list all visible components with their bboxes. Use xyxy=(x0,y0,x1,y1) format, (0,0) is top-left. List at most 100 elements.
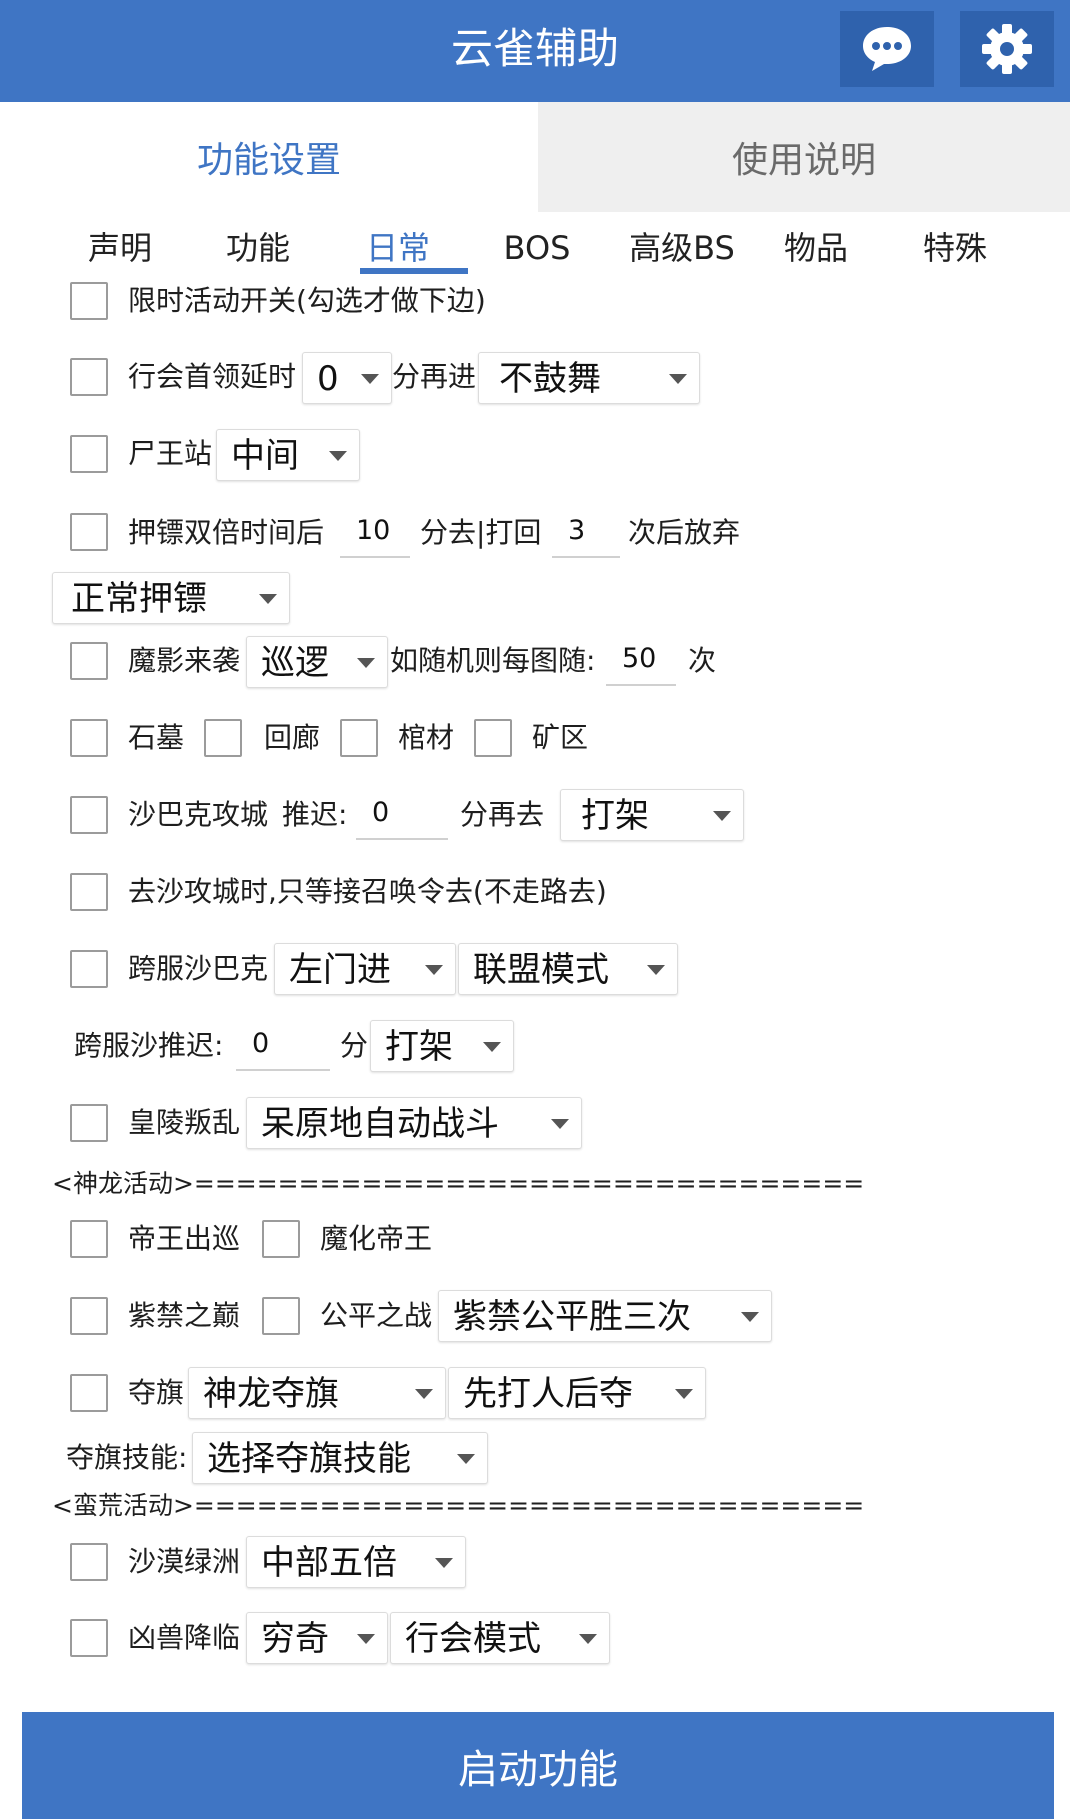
subtab-special[interactable]: 特殊 xyxy=(895,220,1015,276)
sabac-siege-mode-select[interactable]: 打架 xyxy=(560,789,744,841)
beast-arrival-checkbox[interactable] xyxy=(70,1619,108,1657)
beast-mode-select[interactable]: 行会模式 xyxy=(390,1612,610,1664)
guild-leader-delay-value: 0 xyxy=(317,359,339,399)
shadow-raid-mid-label: 如随机则每图随: xyxy=(390,644,596,677)
emperor-tour-checkbox[interactable] xyxy=(70,1220,108,1258)
beast-mode-value: 行会模式 xyxy=(405,1619,541,1659)
chevron-down-icon xyxy=(329,451,347,461)
cross-sabac-checkbox[interactable] xyxy=(70,950,108,988)
forbidden-mode-value: 紫禁公平胜三次 xyxy=(453,1297,691,1337)
subtab-items[interactable]: 物品 xyxy=(756,220,876,276)
cross-sabac-label: 跨服沙巴克 xyxy=(128,952,269,985)
forbidden-mode-select[interactable]: 紫禁公平胜三次 xyxy=(438,1290,772,1342)
shadow-raid-tail-label: 次 xyxy=(688,644,717,677)
tomb-revolt-checkbox[interactable] xyxy=(70,1104,108,1142)
cross-sabac-mode-select[interactable]: 联盟模式 xyxy=(458,943,678,995)
sabac-summon-label: 去沙攻城时,只等接召唤令去(不走路去) xyxy=(128,875,607,908)
area-corridor-label: 回廊 xyxy=(264,721,321,754)
flag-skill-select[interactable]: 选择夺旗技能 xyxy=(192,1432,488,1484)
flag-strategy-value: 先打人后夺 xyxy=(463,1374,633,1414)
cross-sabac-gate-select[interactable]: 左门进 xyxy=(274,943,456,995)
sabac-siege-delay-label: 推迟: xyxy=(282,798,348,831)
cross-delay-mode-value: 打架 xyxy=(385,1027,453,1067)
shadow-raid-label: 魔影来袭 xyxy=(128,644,241,677)
escort-label: 押镖双倍时间后 xyxy=(128,516,325,549)
area-coffin-checkbox[interactable] xyxy=(340,719,378,757)
shadow-raid-mode-select[interactable]: 巡逻 xyxy=(246,636,388,688)
cross-delay-label: 跨服沙推迟: xyxy=(74,1029,224,1062)
sabac-siege-delay-input[interactable]: 0 xyxy=(356,790,448,840)
chevron-down-icon xyxy=(647,965,665,975)
chat-bubble-icon xyxy=(863,27,911,71)
cross-sabac-mode-value: 联盟模式 xyxy=(473,950,609,990)
cross-sabac-gate-value: 左门进 xyxy=(289,950,391,990)
chat-button[interactable] xyxy=(840,11,934,87)
desert-oasis-mode-select[interactable]: 中部五倍 xyxy=(246,1536,466,1588)
shadow-raid-count-input[interactable]: 50 xyxy=(606,636,676,686)
flag-skill-label: 夺旗技能: xyxy=(66,1441,188,1474)
chevron-down-icon xyxy=(357,658,375,668)
cross-delay-unit: 分 xyxy=(340,1029,369,1062)
escort-tail-label: 次后放弃 xyxy=(628,516,741,549)
desert-oasis-checkbox[interactable] xyxy=(70,1543,108,1581)
beast-arrival-label: 凶兽降临 xyxy=(128,1621,241,1654)
fair-battle-label: 公平之战 xyxy=(320,1299,433,1332)
beast-boss-select[interactable]: 穷奇 xyxy=(246,1612,388,1664)
area-stone-tomb-checkbox[interactable] xyxy=(70,719,108,757)
area-mine-checkbox[interactable] xyxy=(474,719,512,757)
area-coffin-label: 棺材 xyxy=(398,721,455,754)
chevron-down-icon xyxy=(675,1389,693,1399)
dragon-activity-separator: <神龙活动>================================ xyxy=(52,1169,865,1198)
start-function-button[interactable]: 启动功能 xyxy=(22,1712,1054,1819)
shadow-raid-checkbox[interactable] xyxy=(70,642,108,680)
chevron-down-icon xyxy=(435,1558,453,1568)
cross-delay-input[interactable]: 0 xyxy=(236,1021,330,1071)
tomb-revolt-mode-select[interactable]: 呆原地自动战斗 xyxy=(246,1097,582,1149)
corpse-king-label: 尸王站 xyxy=(128,437,213,470)
subtab-advanced-bs[interactable]: 高级BS xyxy=(617,220,747,276)
flag-strategy-select[interactable]: 先打人后夺 xyxy=(448,1367,706,1419)
settings-button[interactable] xyxy=(960,11,1054,87)
flag-mode-value: 神龙夺旗 xyxy=(203,1374,339,1414)
cross-delay-mode-select[interactable]: 打架 xyxy=(370,1020,514,1072)
gear-icon xyxy=(982,24,1032,74)
beast-boss-value: 穷奇 xyxy=(261,1619,329,1659)
chevron-down-icon xyxy=(551,1119,569,1129)
area-stone-tomb-label: 石墓 xyxy=(128,721,185,754)
sabac-summon-checkbox[interactable] xyxy=(70,873,108,911)
escort-mode-select[interactable]: 正常押镖 xyxy=(52,572,290,624)
flag-capture-checkbox[interactable] xyxy=(70,1374,108,1412)
escort-checkbox[interactable] xyxy=(70,513,108,551)
sabac-siege-checkbox[interactable] xyxy=(70,796,108,834)
flag-mode-select[interactable]: 神龙夺旗 xyxy=(188,1367,446,1419)
desert-oasis-label: 沙漠绿洲 xyxy=(128,1545,241,1578)
app-header: 云雀辅助 xyxy=(0,0,1070,102)
tab-instructions[interactable]: 使用说明 xyxy=(538,102,1070,212)
guild-leader-checkbox[interactable] xyxy=(70,358,108,396)
limited-activity-checkbox[interactable] xyxy=(70,282,108,320)
subtab-statement[interactable]: 声明 xyxy=(60,220,180,276)
sabac-siege-label: 沙巴克攻城 xyxy=(128,798,269,831)
guild-leader-mode-value: 不鼓舞 xyxy=(499,359,601,399)
escort-times-input[interactable]: 3 xyxy=(552,508,620,558)
corpse-king-position-select[interactable]: 中间 xyxy=(216,429,360,481)
demon-emperor-checkbox[interactable] xyxy=(262,1220,300,1258)
area-mine-label: 矿区 xyxy=(532,721,589,754)
sabac-siege-mid-label: 分再去 xyxy=(460,798,545,831)
subtab-functions[interactable]: 功能 xyxy=(198,220,318,276)
chevron-down-icon xyxy=(741,1312,759,1322)
chevron-down-icon xyxy=(357,1634,375,1644)
escort-mode-value: 正常押镖 xyxy=(71,579,207,619)
tomb-revolt-mode-value: 呆原地自动战斗 xyxy=(261,1104,499,1144)
guild-leader-label: 行会首领延时 xyxy=(128,360,297,393)
subtab-bos[interactable]: BOS xyxy=(477,220,597,276)
guild-leader-mode-select[interactable]: 不鼓舞 xyxy=(478,352,700,404)
escort-minutes-input[interactable]: 10 xyxy=(340,508,410,558)
tab-function-settings[interactable]: 功能设置 xyxy=(0,102,538,212)
fair-battle-checkbox[interactable] xyxy=(262,1297,300,1335)
corpse-king-checkbox[interactable] xyxy=(70,435,108,473)
forbidden-peak-checkbox[interactable] xyxy=(70,1297,108,1335)
sabac-siege-mode-value: 打架 xyxy=(581,796,649,836)
area-corridor-checkbox[interactable] xyxy=(204,719,242,757)
guild-leader-delay-select[interactable]: 0 xyxy=(302,352,392,404)
